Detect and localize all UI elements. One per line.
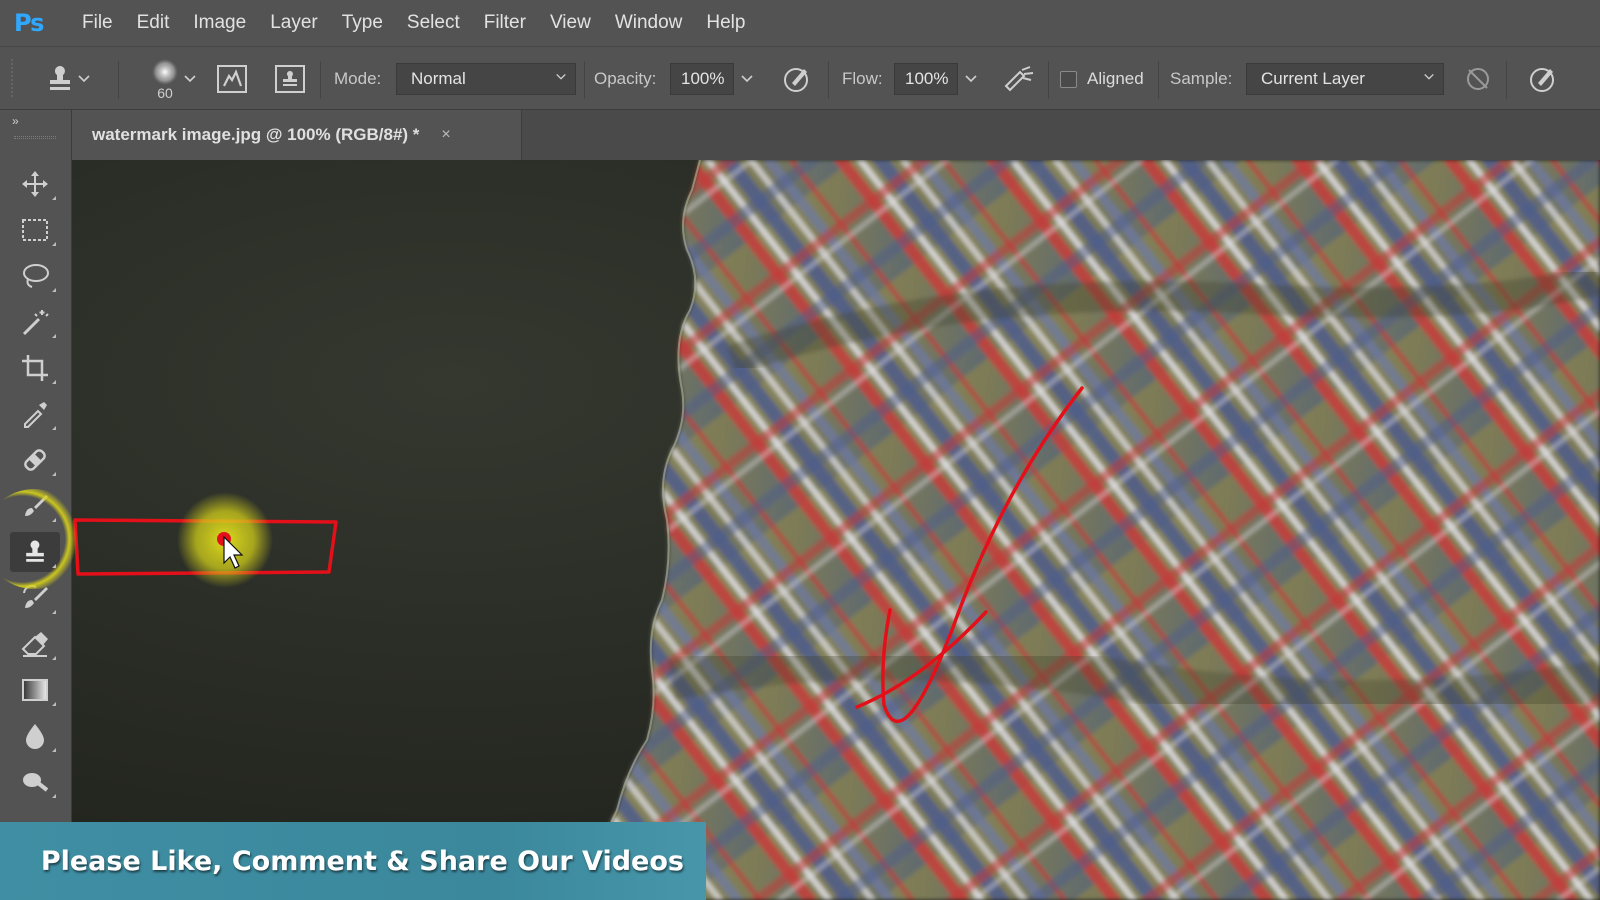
chevron-down-icon xyxy=(741,75,753,83)
mode-label: Mode: xyxy=(334,69,382,88)
promo-banner: Please Like, Comment & Share Our Videos xyxy=(0,822,706,900)
opacity-label: Opacity: xyxy=(594,69,657,88)
menu-view[interactable]: View xyxy=(538,0,603,46)
document-tab[interactable]: watermark image.jpg @ 100% (RGB/8#) * × xyxy=(72,110,522,160)
menu-edit[interactable]: Edit xyxy=(125,0,182,46)
menu-type[interactable]: Type xyxy=(330,0,395,46)
document-canvas[interactable] xyxy=(72,160,1600,900)
pressure-opacity-button[interactable] xyxy=(776,47,816,111)
promo-banner-text: Please Like, Comment & Share Our Videos xyxy=(40,845,684,877)
canvas-image xyxy=(72,160,1600,900)
flow-input[interactable]: 100% xyxy=(894,63,958,95)
collapse-panel-icon[interactable]: » xyxy=(12,114,19,128)
menu-help[interactable]: Help xyxy=(694,0,757,46)
rectangular-marquee-tool[interactable] xyxy=(10,210,60,250)
pressure-size-button[interactable] xyxy=(1522,47,1562,111)
toggle-brush-panel-button[interactable] xyxy=(212,47,252,111)
opacity-slider-button[interactable] xyxy=(734,63,760,95)
marquee-icon xyxy=(22,219,48,241)
menu-select[interactable]: Select xyxy=(395,0,472,46)
aligned-label: Aligned xyxy=(1087,69,1144,88)
gradient-tool[interactable] xyxy=(10,670,60,710)
blur-tool[interactable] xyxy=(10,716,60,756)
gradient-icon xyxy=(22,679,48,701)
eyedropper-icon xyxy=(24,402,47,428)
opacity-field-wrap: 100% xyxy=(670,47,760,111)
airbrush-button[interactable] xyxy=(998,47,1040,111)
menu-file[interactable]: File xyxy=(70,0,125,46)
magic-wand-tool[interactable] xyxy=(10,302,60,342)
sample-select-value: Current Layer xyxy=(1261,69,1365,88)
sample-select-wrap: Current Layer xyxy=(1246,47,1444,111)
sample-label: Sample: xyxy=(1170,69,1233,88)
flow-label: Flow: xyxy=(842,69,883,88)
eraser-tool[interactable] xyxy=(10,624,60,664)
tool-click-highlight xyxy=(0,489,84,589)
mode-select-value: Normal xyxy=(411,69,466,88)
tools-panel: » xyxy=(0,110,72,822)
photoshop-logo: Ps xyxy=(14,9,44,37)
document-tab-title: watermark image.jpg @ 100% (RGB/8#) * xyxy=(92,125,420,144)
document-tab-bar: watermark image.jpg @ 100% (RGB/8#) * × xyxy=(72,110,1600,160)
clone-source-icon xyxy=(275,65,305,93)
ignore-adjustment-layers-button[interactable] xyxy=(1462,47,1494,111)
brush-size-value: 60 xyxy=(157,85,173,101)
mode-select-wrap: Normal xyxy=(396,47,576,111)
aligned-checkbox[interactable] xyxy=(1060,70,1077,88)
crop-icon xyxy=(22,355,48,381)
opacity-input[interactable]: 100% xyxy=(670,63,734,95)
dodge-icon xyxy=(23,773,49,792)
blur-drop-icon xyxy=(26,724,44,749)
menu-layer[interactable]: Layer xyxy=(258,0,330,46)
plaid-cloth xyxy=(592,160,1600,900)
chevron-down-icon xyxy=(78,75,90,83)
move-icon xyxy=(22,171,48,197)
flow-field-wrap: 100% xyxy=(894,47,984,111)
healing-brush-tool[interactable] xyxy=(10,440,60,480)
ignore-adjustment-icon xyxy=(1467,68,1489,90)
move-tool[interactable] xyxy=(10,164,60,204)
menu-image[interactable]: Image xyxy=(181,0,258,46)
pressure-pen-icon xyxy=(784,68,808,92)
magic-wand-icon xyxy=(22,310,49,336)
sample-select[interactable]: Current Layer xyxy=(1246,63,1444,95)
brush-chevron[interactable] xyxy=(180,47,200,111)
toggle-clone-source-panel-button[interactable] xyxy=(270,47,310,111)
menu-filter[interactable]: Filter xyxy=(472,0,538,46)
brush-tip-icon xyxy=(152,59,178,85)
menu-bar: Ps File Edit Image Layer Type Select Fil… xyxy=(0,0,1600,46)
options-grip xyxy=(10,47,14,111)
pressure-size-icon xyxy=(1530,68,1554,92)
lasso-icon xyxy=(23,264,49,288)
aligned-checkbox-wrap: Aligned xyxy=(1060,47,1144,111)
chevron-down-icon xyxy=(556,73,566,80)
chevron-down-icon xyxy=(184,75,196,83)
airbrush-icon xyxy=(1004,66,1034,92)
lasso-tool[interactable] xyxy=(10,256,60,296)
options-bar: 60 Mode: Normal Opacity: 100% Flow: 100%… xyxy=(0,46,1600,110)
dodge-tool[interactable] xyxy=(10,762,60,802)
chevron-down-icon xyxy=(1424,73,1434,80)
mode-select[interactable]: Normal xyxy=(396,63,576,95)
bandage-icon xyxy=(24,449,46,471)
crop-tool[interactable] xyxy=(10,348,60,388)
chevron-down-icon xyxy=(965,75,977,83)
flow-slider-button[interactable] xyxy=(958,63,984,95)
close-icon[interactable]: × xyxy=(441,126,450,144)
tool-preset-picker[interactable] xyxy=(32,47,102,111)
panel-grip xyxy=(14,136,56,139)
menu-window[interactable]: Window xyxy=(603,0,695,46)
brush-panel-icon xyxy=(217,65,247,93)
eyedropper-tool[interactable] xyxy=(10,394,60,434)
clone-stamp-icon xyxy=(50,66,70,90)
eraser-icon xyxy=(21,632,48,657)
